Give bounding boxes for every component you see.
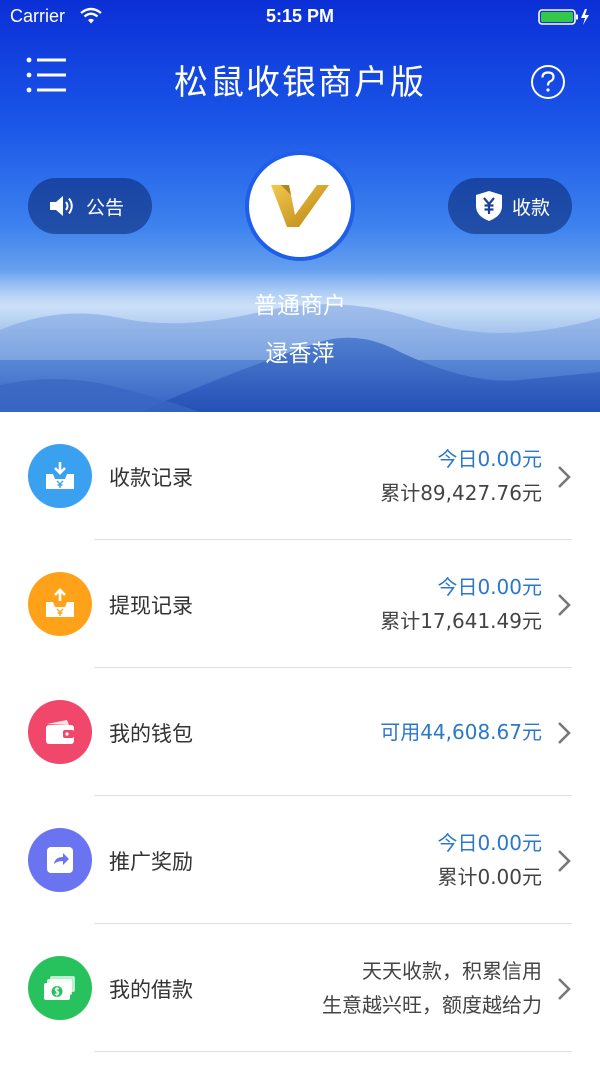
row-values: 可用44,608.67元 — [380, 715, 542, 749]
chevron-right-icon — [558, 466, 571, 488]
chevron-right-icon — [558, 722, 571, 744]
row-values: 今日0.00元 累计0.00元 — [437, 826, 542, 894]
list-item-referral-rewards[interactable]: 推广奖励 今日0.00元 累计0.00元 — [0, 796, 600, 924]
divider — [94, 1051, 572, 1052]
merchant-avatar[interactable] — [245, 151, 355, 261]
announcement-label: 公告 — [86, 196, 125, 219]
row-label: 我的钱包 — [109, 722, 193, 746]
list-item-my-wallet[interactable]: 我的钱包 可用44,608.67元 — [0, 668, 600, 796]
list-item-collection-records[interactable]: 收款记录 今日0.00元 累计89,427.76元 — [0, 412, 600, 540]
app-title: 松鼠收银商户版 — [174, 63, 426, 103]
total-amount: 累计0.00元 — [437, 865, 542, 889]
merchant-name: 逯香萍 — [265, 341, 335, 367]
v-logo-icon — [271, 185, 329, 227]
help-icon[interactable] — [530, 64, 566, 100]
menu-list: 收款记录 今日0.00元 累计89,427.76元 提现记录 今日0.00元 累… — [0, 412, 600, 1052]
total-amount: 累计17,641.49元 — [380, 609, 542, 633]
row-values: 今日0.00元 累计89,427.76元 — [380, 442, 542, 510]
chevron-right-icon — [558, 594, 571, 616]
collect-label: 收款 — [512, 196, 551, 219]
row-label: 提现记录 — [109, 594, 193, 618]
list-item-withdrawal-records[interactable]: 提现记录 今日0.00元 累计17,641.49元 — [0, 540, 600, 668]
speaker-icon — [50, 196, 73, 216]
row-label: 收款记录 — [109, 466, 193, 490]
status-bar: Carrier 5:15 PM — [0, 0, 600, 34]
chevron-right-icon — [558, 978, 571, 1000]
header-banner: Carrier 5:15 PM 松鼠收银商户版 公告 收款 普通商户 逯香萍 — [0, 0, 600, 412]
cash-icon — [28, 956, 92, 1020]
row-label: 推广奖励 — [109, 850, 193, 874]
battery-icon — [538, 9, 589, 25]
row-label: 我的借款 — [109, 978, 193, 1002]
yen-shield-icon — [476, 191, 502, 221]
merchant-type: 普通商户 — [254, 293, 346, 319]
inbox-upload-icon — [28, 572, 92, 636]
row-values: 今日0.00元 累计17,641.49元 — [380, 570, 542, 638]
today-amount: 今日0.00元 — [437, 575, 542, 599]
list-item-my-loan[interactable]: 我的借款 天天收款，积累信用 生意越兴旺，额度越给力 — [0, 924, 600, 1052]
share-icon — [28, 828, 92, 892]
row-values: 天天收款，积累信用 生意越兴旺，额度越给力 — [322, 954, 542, 1022]
available-amount: 可用44,608.67元 — [380, 720, 542, 744]
status-time: 5:15 PM — [265, 6, 335, 26]
total-amount: 累计89,427.76元 — [380, 481, 542, 505]
announcement-button[interactable]: 公告 — [28, 178, 152, 234]
collect-button[interactable]: 收款 — [448, 178, 572, 234]
chevron-right-icon — [558, 850, 571, 872]
loan-slogan-line1: 天天收款，积累信用 — [362, 959, 542, 983]
today-amount: 今日0.00元 — [437, 447, 542, 471]
wallet-icon — [28, 700, 92, 764]
inbox-download-icon — [28, 444, 92, 508]
loan-slogan-line2: 生意越兴旺，额度越给力 — [322, 993, 542, 1017]
today-amount: 今日0.00元 — [437, 831, 542, 855]
